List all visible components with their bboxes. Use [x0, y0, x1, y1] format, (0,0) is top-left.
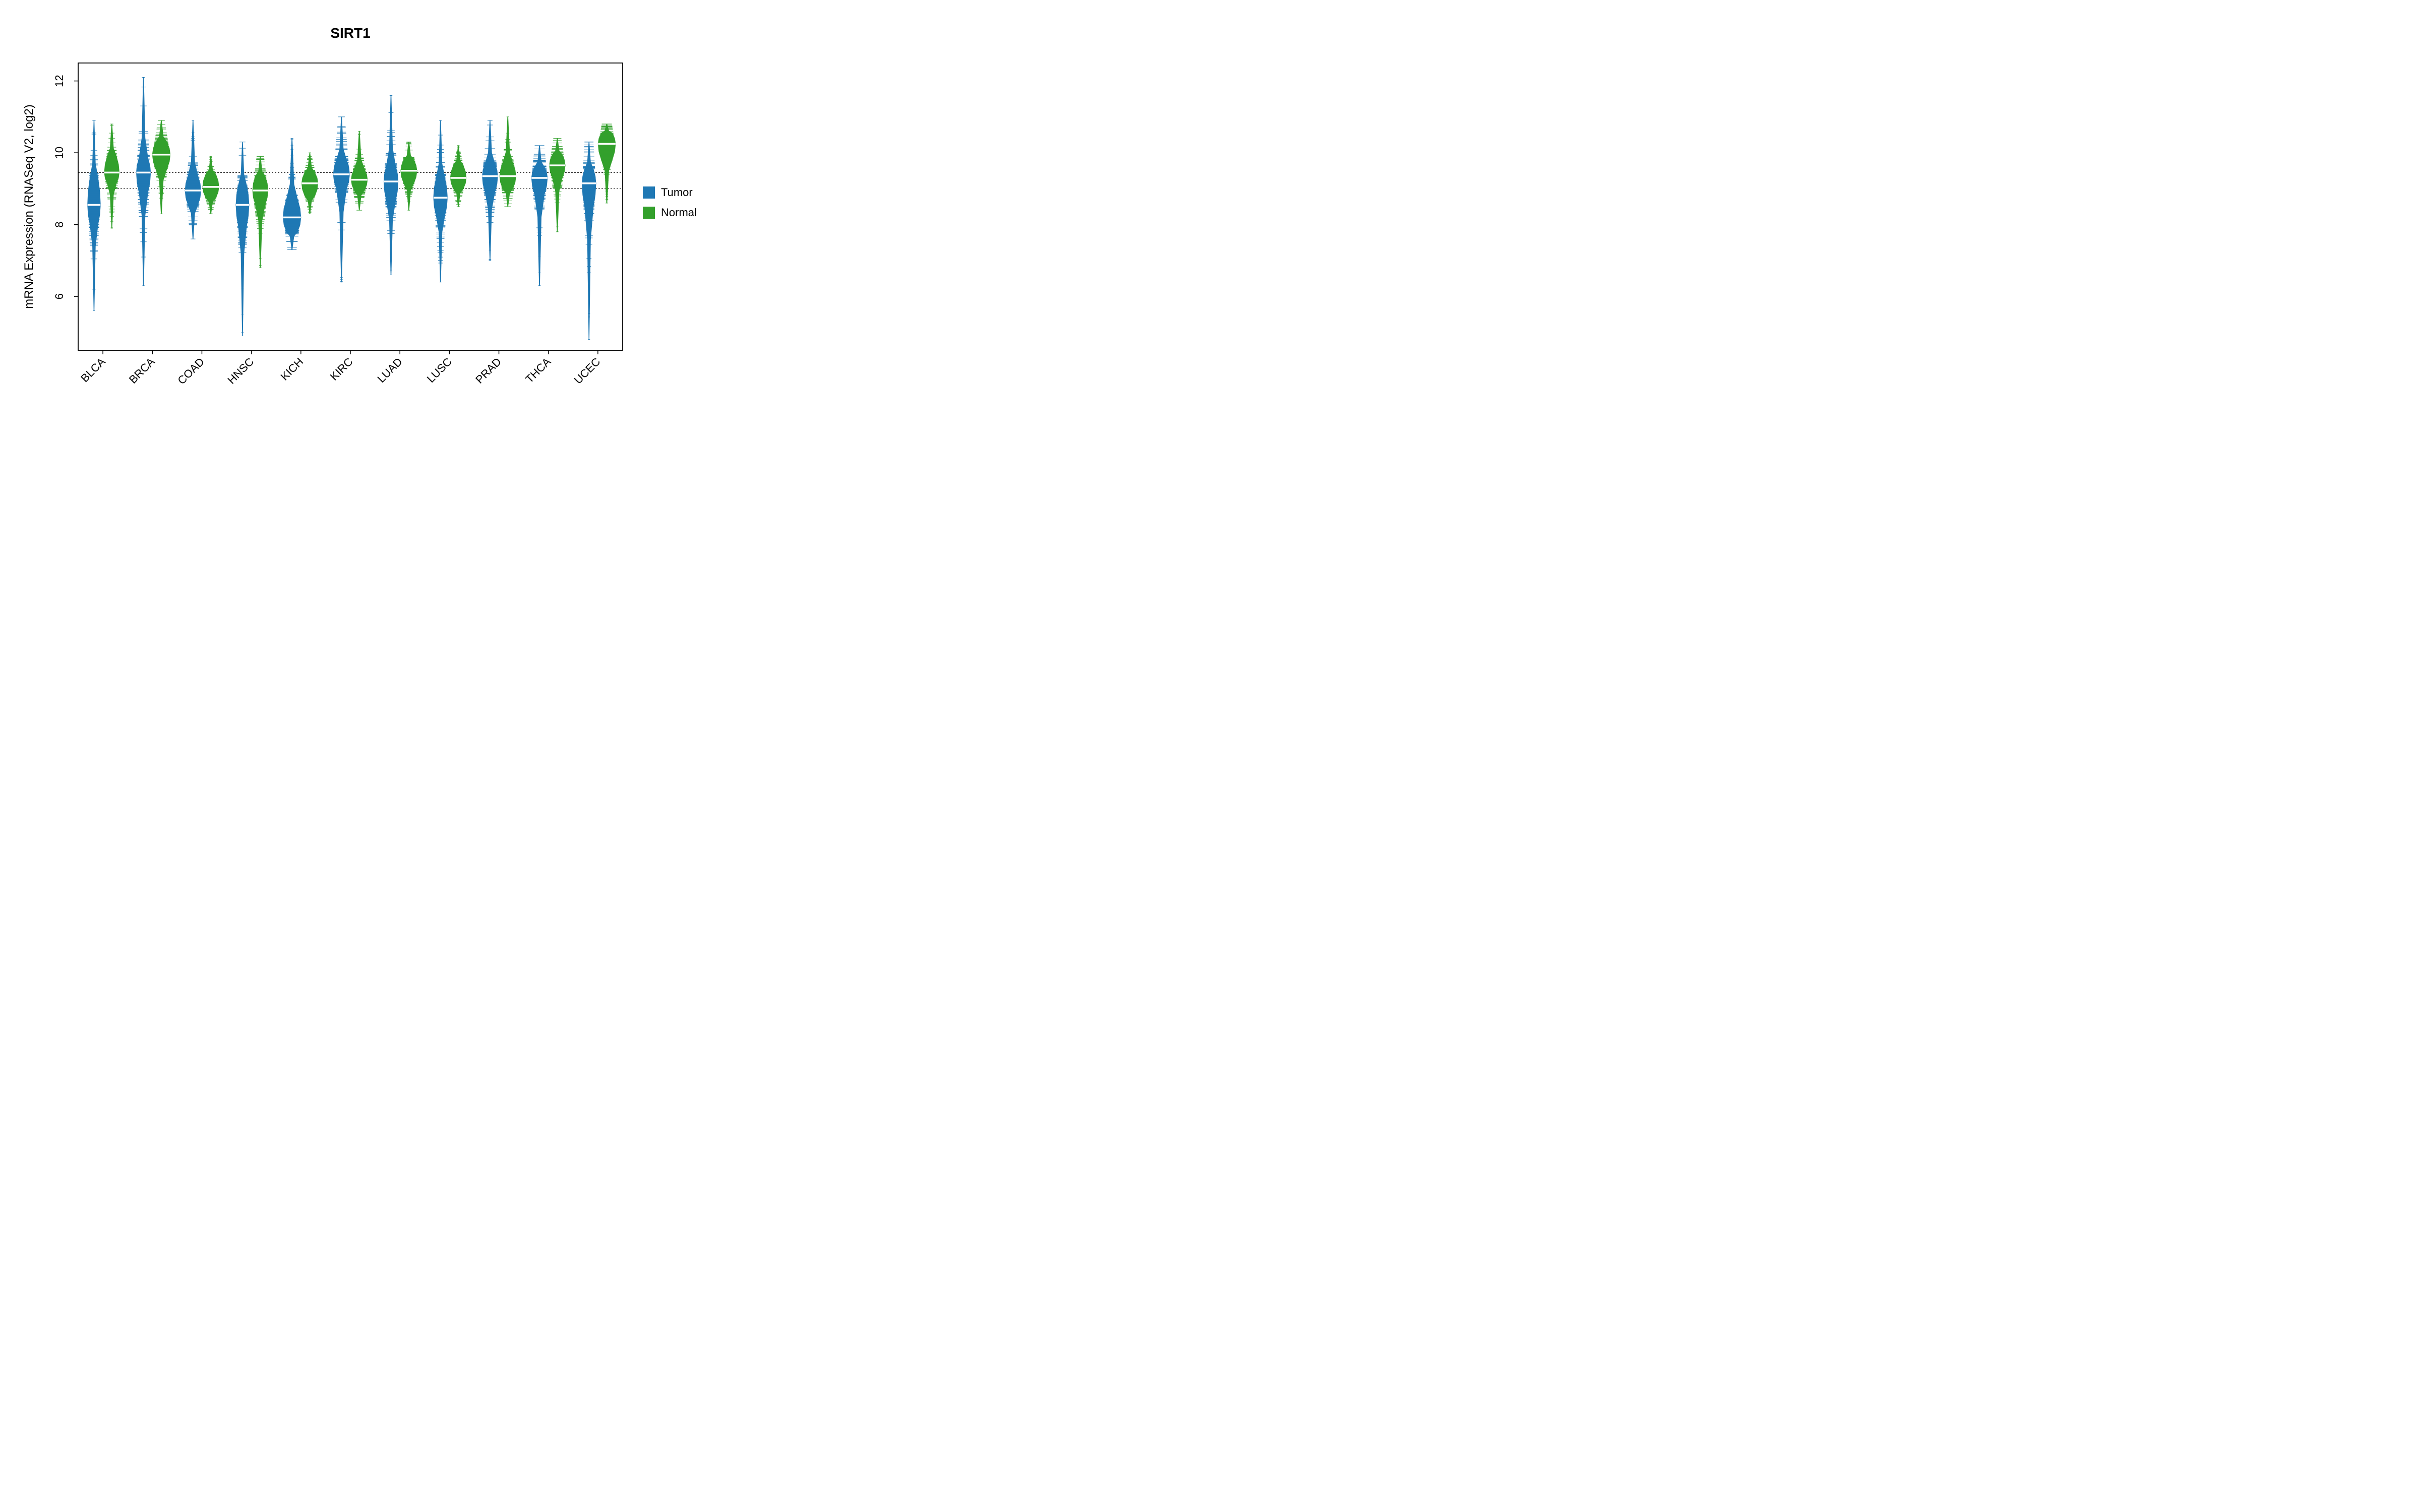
violin-body — [137, 78, 151, 286]
x-tick-label: COAD — [175, 355, 207, 387]
bean-normal-COAD — [203, 156, 219, 214]
x-tick-label: KICH — [278, 355, 306, 383]
x-tick-label: LUAD — [375, 355, 405, 385]
violin-body — [236, 142, 249, 336]
y-tick-label: 8 — [53, 222, 66, 228]
x-tick-label: PRAD — [473, 355, 504, 386]
legend-swatch-tumor — [643, 186, 655, 199]
violin-chart: SIRT1 6 8 10 12 mRNA Expression (RNASeq V2, l… — [0, 0, 726, 454]
violin-body — [434, 120, 448, 282]
x-tick-label: KIRC — [328, 355, 355, 383]
bean-tumor-KIRC — [333, 117, 349, 282]
chart-title: SIRT1 — [330, 25, 370, 41]
bean-tumor-HNSC — [236, 142, 249, 336]
bean-tumor-BLCA — [88, 120, 101, 311]
bean-normal-PRAD — [500, 117, 516, 207]
violin-body — [401, 142, 417, 210]
violin-body — [450, 146, 466, 207]
x-tick-label: HNSC — [225, 355, 256, 387]
x-tick-label: THCA — [523, 355, 553, 386]
bean-tumor-LUSC — [434, 120, 448, 282]
violin-body — [582, 142, 596, 340]
x-tick-label: BRCA — [127, 355, 157, 386]
bean-normal-LUSC — [450, 146, 466, 207]
bean-tumor-PRAD — [482, 120, 498, 261]
bean-normal-HNSC — [253, 156, 268, 268]
bean-tumor-COAD — [185, 120, 201, 239]
violin-body — [384, 95, 398, 275]
bean-normal-LUAD — [401, 142, 417, 210]
y-tick-label: 10 — [53, 147, 66, 159]
bean-tumor-LUAD — [384, 95, 398, 275]
bean-normal-KIRC — [351, 131, 368, 210]
violin-body — [283, 139, 301, 250]
bean-tumor-BRCA — [136, 78, 150, 286]
bean-tumor-UCEC — [582, 142, 596, 340]
y-axis-label: mRNA Expression (RNASeq V2, log2) — [22, 104, 36, 309]
violin-body — [88, 120, 101, 311]
bean-normal-THCA — [550, 139, 565, 232]
legend: Tumor Normal — [643, 186, 697, 219]
x-tick-label: LUSC — [425, 355, 454, 385]
bean-normal-KICH — [301, 153, 318, 214]
legend-swatch-normal — [643, 207, 655, 219]
bean-normal-UCEC — [598, 124, 616, 203]
y-tick-label: 6 — [53, 293, 66, 299]
violin-body — [351, 131, 368, 210]
violin-body — [152, 120, 170, 214]
bean-normal-BLCA — [104, 124, 119, 228]
violin-body — [253, 156, 268, 268]
bean-tumor-KICH — [283, 139, 300, 250]
x-tick-label: BLCA — [78, 355, 108, 385]
bean-normal-BRCA — [152, 120, 170, 214]
x-tick-label: UCEC — [572, 355, 603, 387]
y-tick-label: 12 — [53, 75, 66, 87]
legend-label: Tumor — [661, 186, 693, 199]
bean-tumor-THCA — [531, 146, 548, 286]
legend-label: Normal — [661, 206, 697, 219]
